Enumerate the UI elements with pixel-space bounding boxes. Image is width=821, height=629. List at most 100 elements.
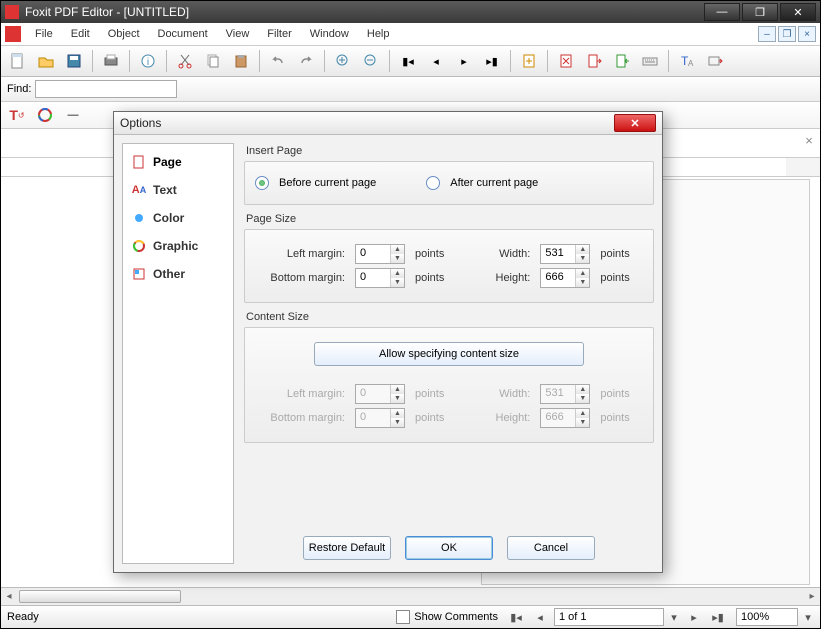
menu-view[interactable]: View bbox=[218, 26, 258, 42]
page-number-label: 1 of 1 bbox=[559, 611, 587, 623]
menu-object[interactable]: Object bbox=[100, 26, 148, 42]
dialog-close-button[interactable]: ✕ bbox=[614, 114, 656, 132]
cs-width-value: 531 bbox=[541, 385, 575, 403]
keyboard-button[interactable] bbox=[637, 48, 663, 74]
nav-prev-button[interactable]: ◂ bbox=[423, 48, 449, 74]
scroll-right-icon[interactable]: ▸ bbox=[804, 588, 820, 605]
radio-before-label: Before current page bbox=[279, 177, 376, 189]
left-margin-spinner[interactable]: ▲▼ bbox=[390, 245, 404, 263]
status-ready: Ready bbox=[7, 611, 39, 623]
menu-file[interactable]: File bbox=[27, 26, 61, 42]
text-annot-tool[interactable]: T↺ bbox=[7, 105, 27, 125]
menu-window[interactable]: Window bbox=[302, 26, 357, 42]
find-input[interactable] bbox=[35, 80, 177, 98]
window-minimize-button[interactable]: — bbox=[704, 3, 740, 21]
height-input[interactable]: 666▲▼ bbox=[540, 268, 590, 288]
width-value: 531 bbox=[541, 245, 575, 263]
left-margin-unit: points bbox=[415, 248, 444, 260]
options-category-list: Page AA Text Color Graphic bbox=[122, 143, 234, 564]
scroll-left-icon[interactable]: ◂ bbox=[1, 588, 17, 605]
nav-next-button[interactable]: ▸ bbox=[451, 48, 477, 74]
category-text[interactable]: AA Text bbox=[123, 176, 233, 204]
allow-content-size-button[interactable]: Allow specifying content size bbox=[314, 342, 584, 366]
nav-last-button[interactable]: ▸▮ bbox=[479, 48, 505, 74]
window-maximize-button[interactable]: ❐ bbox=[742, 3, 778, 21]
paste-button[interactable] bbox=[228, 48, 254, 74]
status-last-page-button[interactable]: ▸▮ bbox=[708, 608, 728, 626]
category-color[interactable]: Color bbox=[123, 204, 233, 232]
print-button[interactable] bbox=[98, 48, 124, 74]
options-dialog: Options ✕ Page AA Text Color bbox=[113, 111, 663, 573]
dialog-title: Options bbox=[120, 116, 161, 130]
menu-help[interactable]: Help bbox=[359, 26, 398, 42]
new-file-button[interactable] bbox=[5, 48, 31, 74]
width-unit: points bbox=[600, 248, 629, 260]
category-graphic-label: Graphic bbox=[153, 239, 198, 253]
cs-height-unit: points bbox=[600, 412, 629, 424]
export-page-button[interactable] bbox=[581, 48, 607, 74]
width-input[interactable]: 531▲▼ bbox=[540, 244, 590, 264]
bottom-margin-spinner[interactable]: ▲▼ bbox=[390, 269, 404, 287]
insert-page-title: Insert Page bbox=[244, 143, 654, 161]
height-unit: points bbox=[600, 272, 629, 284]
restore-default-button[interactable]: Restore Default bbox=[303, 536, 391, 560]
status-next-page-button[interactable]: ▸ bbox=[684, 608, 704, 626]
delete-page-button[interactable] bbox=[553, 48, 579, 74]
cs-width-label: Width: bbox=[484, 388, 530, 400]
cut-button[interactable] bbox=[172, 48, 198, 74]
color-tool[interactable] bbox=[35, 105, 55, 125]
page-size-group: Page Size Left margin: 0▲▼ points Width:… bbox=[244, 211, 654, 303]
copy-button[interactable] bbox=[200, 48, 226, 74]
window-close-button[interactable]: ✕ bbox=[780, 3, 816, 21]
restore-default-label: Restore Default bbox=[309, 542, 385, 554]
zoom-dropdown-icon[interactable]: ▾ bbox=[802, 609, 814, 625]
tab-close-icon[interactable]: × bbox=[802, 133, 816, 147]
bottom-margin-input[interactable]: 0▲▼ bbox=[355, 268, 405, 288]
mdi-restore-button[interactable]: ❐ bbox=[778, 26, 796, 42]
scrollbar-thumb[interactable] bbox=[19, 590, 181, 603]
height-value: 666 bbox=[541, 269, 575, 287]
info-button[interactable]: i bbox=[135, 48, 161, 74]
line-tool[interactable]: — bbox=[63, 105, 83, 125]
object-tool-button[interactable] bbox=[702, 48, 728, 74]
left-margin-input[interactable]: 0▲▼ bbox=[355, 244, 405, 264]
cs-left-margin-label: Left margin: bbox=[255, 388, 345, 400]
ok-button[interactable]: OK bbox=[405, 536, 493, 560]
category-graphic[interactable]: Graphic bbox=[123, 232, 233, 260]
category-other[interactable]: Other bbox=[123, 260, 233, 288]
titlebar: Foxit PDF Editor - [UNTITLED] — ❐ ✕ bbox=[1, 1, 820, 23]
height-spinner[interactable]: ▲▼ bbox=[575, 269, 589, 287]
client-area: File Edit Object Document View Filter Wi… bbox=[1, 23, 820, 628]
insert-page-button[interactable] bbox=[516, 48, 542, 74]
status-first-page-button[interactable]: ▮◂ bbox=[506, 608, 526, 626]
category-page[interactable]: Page bbox=[123, 148, 233, 176]
radio-before-current-page[interactable] bbox=[255, 176, 269, 190]
nav-first-button[interactable]: ▮◂ bbox=[395, 48, 421, 74]
zoom-out-button[interactable] bbox=[358, 48, 384, 74]
mdi-close-button[interactable]: × bbox=[798, 26, 816, 42]
svg-text:i: i bbox=[147, 57, 149, 68]
status-prev-page-button[interactable]: ◂ bbox=[530, 608, 550, 626]
menu-document[interactable]: Document bbox=[150, 26, 216, 42]
redo-button[interactable] bbox=[293, 48, 319, 74]
bottom-margin-unit: points bbox=[415, 272, 444, 284]
show-comments-checkbox[interactable] bbox=[396, 610, 410, 624]
undo-button[interactable] bbox=[265, 48, 291, 74]
save-file-button[interactable] bbox=[61, 48, 87, 74]
width-spinner[interactable]: ▲▼ bbox=[575, 245, 589, 263]
page-number-box[interactable]: 1 of 1 bbox=[554, 608, 664, 626]
import-page-button[interactable] bbox=[609, 48, 635, 74]
zoom-in-button[interactable] bbox=[330, 48, 356, 74]
radio-after-current-page[interactable] bbox=[426, 176, 440, 190]
cancel-button[interactable]: Cancel bbox=[507, 536, 595, 560]
menu-filter[interactable]: Filter bbox=[259, 26, 299, 42]
page-dropdown-icon[interactable]: ▾ bbox=[668, 609, 680, 625]
horizontal-scrollbar[interactable]: ◂ ▸ bbox=[1, 587, 820, 605]
menu-edit[interactable]: Edit bbox=[63, 26, 98, 42]
text-tool-button[interactable]: TA bbox=[674, 48, 700, 74]
category-color-label: Color bbox=[153, 211, 184, 225]
allow-content-size-label: Allow specifying content size bbox=[379, 348, 519, 360]
mdi-minimize-button[interactable]: – bbox=[758, 26, 776, 42]
zoom-box[interactable]: 100% bbox=[736, 608, 798, 626]
open-file-button[interactable] bbox=[33, 48, 59, 74]
